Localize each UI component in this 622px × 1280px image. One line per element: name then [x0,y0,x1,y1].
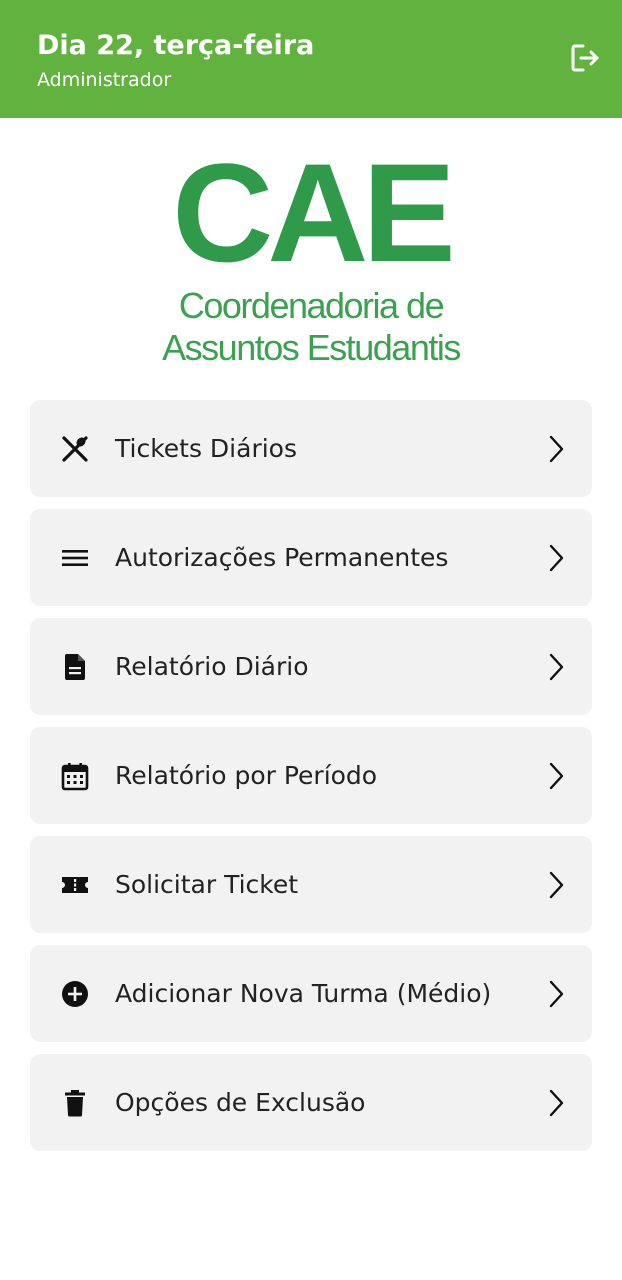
logo-acronym: CAE [172,134,456,291]
chevron-right-icon [544,761,568,791]
document-icon [60,652,90,682]
menu-item-relatorio-por-periodo[interactable]: Relatório por Período [30,727,592,824]
main-menu: Tickets Diários Autorizações Permanentes [30,400,592,1163]
list-icon [60,543,90,573]
menu-item-label: Adicionar Nova Turma (Médio) [115,979,492,1008]
logout-icon [569,42,601,78]
chevron-right-icon [544,1088,568,1118]
menu-item-label: Opções de Exclusão [115,1088,366,1117]
cae-logo: CAE Coordenadoria de Assuntos Estudantis [120,134,502,370]
menu-item-label: Relatório por Período [115,761,378,790]
chevron-right-icon [544,870,568,900]
app-header: Dia 22, terça-feira Administrador [0,0,622,118]
menu-item-relatorio-diario[interactable]: Relatório Diário [30,618,592,715]
chevron-right-icon [544,543,568,573]
chevron-right-icon [544,652,568,682]
menu-item-label: Solicitar Ticket [115,870,299,899]
logo-line-1: Coordenadoria de [178,285,445,326]
menu-item-tickets-diarios[interactable]: Tickets Diários [30,400,592,497]
trash-icon [60,1088,90,1118]
menu-item-opcoes-de-exclusao[interactable]: Opções de Exclusão [30,1054,592,1151]
utensils-icon [60,434,90,464]
menu-item-solicitar-ticket[interactable]: Solicitar Ticket [30,836,592,933]
chevron-right-icon [544,979,568,1009]
calendar-icon [60,761,90,791]
ticket-icon [60,870,90,900]
menu-item-label: Tickets Diários [115,434,297,463]
logo-line-2: Assuntos Estudantis [162,327,461,368]
menu-item-label: Relatório Diário [115,652,309,681]
menu-item-label: Autorizações Permanentes [115,543,449,572]
user-role: Administrador [37,69,172,91]
add-circle-icon [60,979,90,1009]
chevron-right-icon [544,434,568,464]
menu-item-adicionar-nova-turma[interactable]: Adicionar Nova Turma (Médio) [30,945,592,1042]
logout-button[interactable] [565,40,605,80]
menu-item-autorizacoes-permanentes[interactable]: Autorizações Permanentes [30,509,592,606]
page-title: Dia 22, terça-feira [37,30,315,61]
